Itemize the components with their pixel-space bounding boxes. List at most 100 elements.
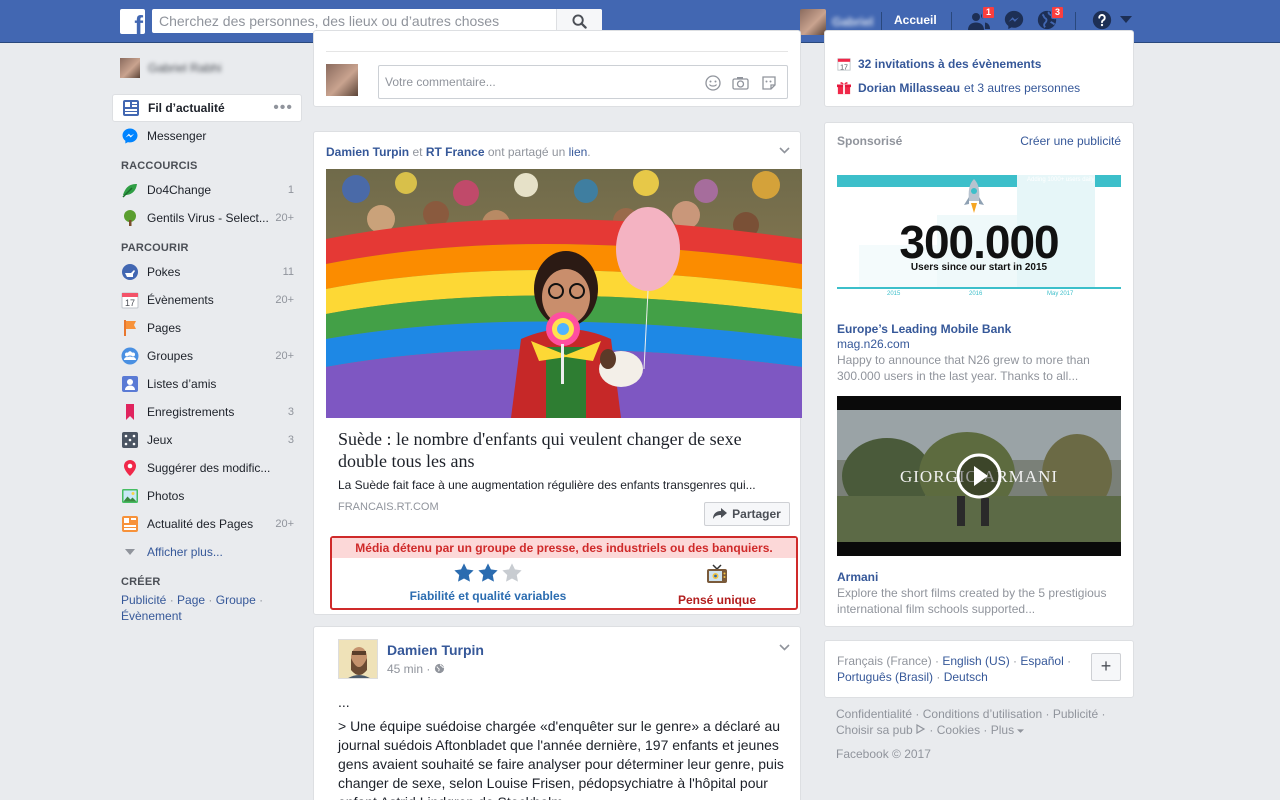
sidebar-item-label: Jeux [147,433,173,447]
sidebar-item-groups[interactable]: Groupes 20+ [112,342,302,370]
sidebar-item-do4change[interactable]: Do4Change 1 [112,176,302,204]
sidebar-item-saved[interactable]: Enregistrements 3 [112,398,302,426]
footer-link[interactable]: Choisir sa pub [836,723,913,737]
create-event-link[interactable]: Évènement [121,609,182,623]
ad-title[interactable]: Europe’s Leading Mobile Bank [837,322,1011,336]
avatar [120,58,140,78]
sidebar-item-friend-lists[interactable]: Listes d’amis [112,370,302,398]
facebook-logo[interactable]: f [120,9,145,34]
home-link[interactable]: Accueil [894,13,937,27]
footer-link[interactable]: Cookies [937,723,980,737]
post-options-chevron-icon[interactable] [779,143,790,157]
shortcuts-heading: RACCOURCIS [121,160,198,172]
copyright: Facebook © 2017 [836,747,931,761]
footer-link[interactable]: Conditions d’utilisation [923,707,1042,721]
ad-image-subtitle: Users since our start in 2015 [910,262,1048,273]
post-meta: 45 min · [387,662,445,676]
tv-icon [707,564,727,583]
media-warning-box: Média détenu par un groupe de presse, de… [330,536,798,610]
sidebar-item-label: Gentils Virus - Select... [147,211,269,225]
language-link[interactable]: English (US) [942,654,1009,668]
flag-icon [120,318,140,338]
actor-link[interactable]: Damien Turpin [326,145,409,159]
sidebar-item-label: Suggérer des modific... [147,461,271,475]
calendar-icon: 17 [120,290,140,310]
create-group-link[interactable]: Groupe [216,593,256,607]
groups-icon [120,346,140,366]
play-icon[interactable] [956,453,1002,499]
language-link[interactable]: Español [1020,654,1063,668]
ad-title[interactable]: Armani [837,570,878,584]
actor-link[interactable]: RT France [426,145,485,159]
link-link[interactable]: lien [569,145,588,159]
author-name[interactable]: Damien Turpin [387,642,484,658]
sidebar-item-news-feed[interactable]: Fil d’actualité ••• [112,94,302,122]
more-options-icon[interactable]: ••• [273,99,293,117]
sidebar-item-gentils-virus[interactable]: Gentils Virus - Select... 20+ [112,204,302,232]
post-options-chevron-icon[interactable] [779,640,790,654]
sidebar-profile-link[interactable]: Gabriel Rabhi [112,55,302,81]
poke-icon [120,262,140,282]
sidebar-item-photos[interactable]: Photos [112,482,302,510]
create-links: Publicité · Page · Groupe · Évènement [121,593,264,623]
footer-link[interactable]: Confidentialité [836,707,912,721]
camera-icon[interactable] [732,75,749,91]
link-title[interactable]: Suède : le nombre d'enfants qui veulent … [338,428,788,472]
sidebar-item-pages[interactable]: Pages [112,314,302,342]
sidebar-item-pages-feed[interactable]: Actualité des Pages 20+ [112,510,302,538]
sponsored-title: Sponsorisé [837,134,903,148]
divider [881,12,882,30]
sidebar-item-events[interactable]: 17 Évènements 20+ [112,286,302,314]
footer-link[interactable]: Publicité [1053,707,1098,721]
emoji-icon[interactable] [705,75,721,91]
help-icon [1092,10,1112,30]
star-rating [408,562,568,587]
language-link[interactable]: Deutsch [944,670,988,684]
rocket-icon [964,179,984,213]
create-ad-link[interactable]: Publicité [121,593,166,607]
sticker-icon[interactable] [761,75,777,91]
see-more-label: Afficher plus... [147,545,223,559]
create-ad-link[interactable]: Créer une publicité [1020,134,1121,148]
friend-list-icon [120,374,140,394]
share-button[interactable]: Partager [704,502,790,526]
gift-icon [837,82,851,95]
create-page-link[interactable]: Page [177,593,205,607]
more-languages-button[interactable]: + [1091,653,1121,681]
link-preview-image[interactable] [326,169,802,418]
ad-choices-icon[interactable] [916,723,926,735]
post-ellipsis: ... [338,694,350,710]
timestamp[interactable]: 45 min [387,662,423,676]
page-footer: Confidentialité · Conditions d’utilisati… [836,706,1126,762]
header-text: ont partagé un [487,145,566,159]
ad-image-year: 2016 [969,291,983,297]
birthday-others[interactable]: et 3 autres personnes [964,81,1080,95]
divider [326,51,788,52]
language-list: Français (France) · English (US) · Españ… [837,654,1072,684]
birthday-name-link[interactable]: Dorian Millasseau [858,81,960,95]
divider [951,12,952,30]
reliability-rating: Fiabilité et qualité variables [408,562,568,603]
profile-name: Gabriel [832,15,874,29]
event-invitations-link[interactable]: 32 invitations à des évènements [858,57,1041,71]
messenger-icon [120,126,140,146]
comment-input[interactable]: Votre commentaire... [378,65,788,99]
sidebar-item-messenger[interactable]: Messenger [112,122,302,150]
sidebar-item-pokes[interactable]: Pokes 11 [112,258,302,286]
sidebar-item-count: 20+ [275,518,294,530]
account-menu-button[interactable] [1120,14,1134,28]
sidebar-item-label: Do4Change [147,183,212,197]
avatar[interactable] [338,639,378,679]
ad-video[interactable]: GIORGIO ARMANI [837,396,1121,556]
sidebar-item-games[interactable]: Jeux 3 [112,426,302,454]
sidebar-item-suggest-edits[interactable]: Suggérer des modific... [112,454,302,482]
birthday-row: Dorian Millasseau et 3 autres personnes [837,81,1080,95]
footer-link[interactable]: Plus [991,723,1014,737]
sidebar-item-count: 20+ [275,350,294,362]
see-more-link[interactable]: Afficher plus... [112,538,302,566]
ad-url[interactable]: mag.n26.com [837,337,910,351]
map-pin-icon [120,458,140,478]
event-invitations-row[interactable]: 17 32 invitations à des évènements [837,57,1041,71]
ad-image-n26[interactable]: Adding 1000+ users daily 300.000 Users s… [837,175,1121,303]
language-link[interactable]: Português (Brasil) [837,670,933,684]
